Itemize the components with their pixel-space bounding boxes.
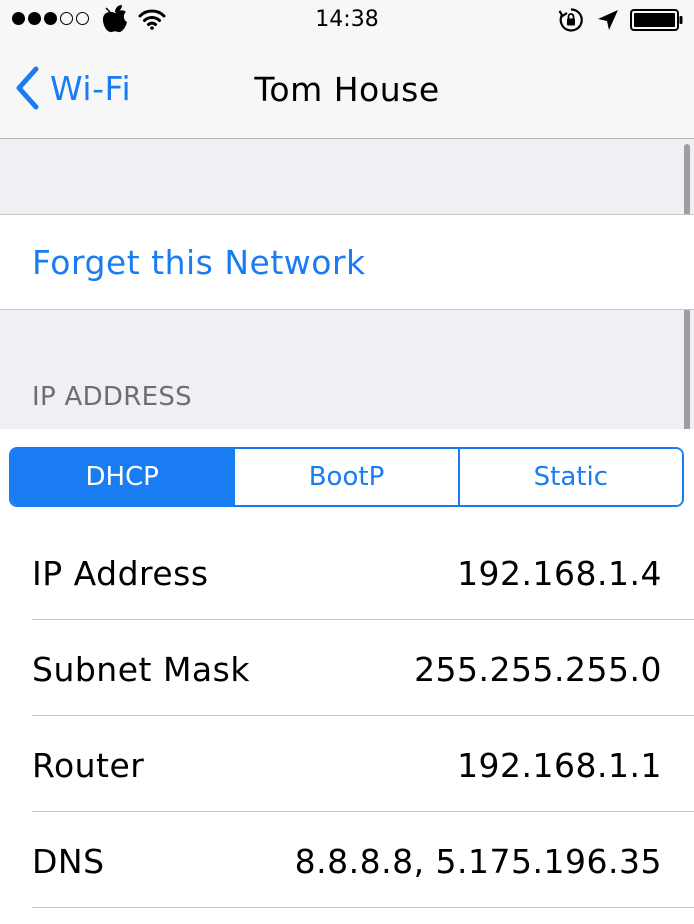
segment-dhcp[interactable]: DHCP (11, 449, 234, 505)
ip-info-list: IP Address 192.168.1.4 Subnet Mask 255.2… (0, 524, 694, 924)
subnet-mask-row: Subnet Mask 255.255.255.0 (0, 620, 694, 716)
segment-bootp[interactable]: BootP (233, 449, 458, 505)
row-label: DNS (32, 842, 105, 881)
dns-row[interactable]: DNS 8.8.8.8, 5.175.196.35 (0, 812, 694, 908)
ip-address-row: IP Address 192.168.1.4 (0, 524, 694, 620)
battery-icon (630, 9, 683, 31)
row-value: 192.168.1.1 (457, 746, 662, 785)
navigation-bar: Wi-Fi Tom House (0, 42, 694, 139)
page-title: Tom House (254, 70, 440, 109)
router-row: Router 192.168.1.1 (0, 716, 694, 812)
rotation-lock-icon (558, 8, 583, 32)
ip-mode-segmented-control: DHCP BootP Static (9, 447, 684, 507)
location-arrow-icon (598, 10, 618, 30)
ip-mode-cell: DHCP BootP Static (0, 429, 694, 524)
row-value: 8.8.8.8, 5.175.196.35 (294, 842, 662, 881)
row-value: 255.255.255.0 (414, 650, 662, 689)
row-label: IP Address (32, 554, 209, 593)
forget-network-button[interactable]: Forget this Network (32, 243, 366, 282)
row-label: Subnet Mask (32, 650, 250, 689)
forget-network-cell[interactable]: Forget this Network (0, 214, 694, 310)
row-label: Router (32, 746, 145, 785)
ip-address-section-header: IP ADDRESS (32, 382, 192, 412)
status-bar: 14:38 (0, 0, 694, 42)
clock: 14:38 (315, 7, 379, 32)
row-value: 192.168.1.4 (457, 554, 662, 593)
segment-static[interactable]: Static (457, 449, 682, 505)
